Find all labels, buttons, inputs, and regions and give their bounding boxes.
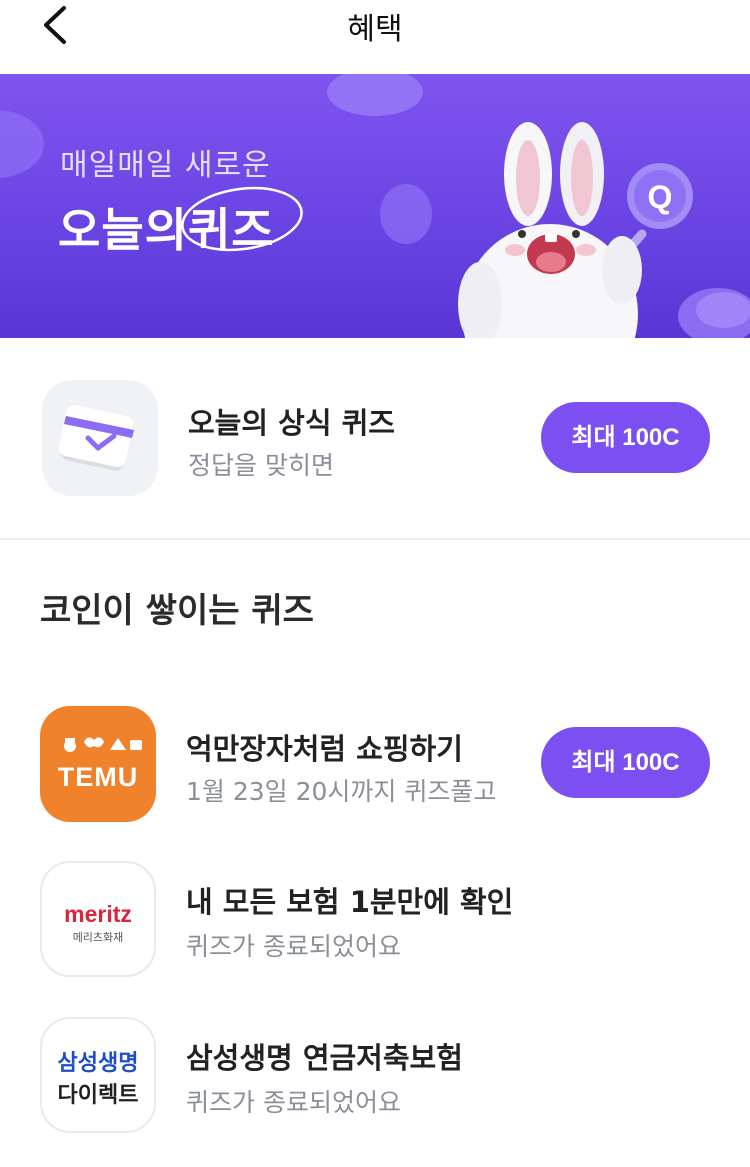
meritz-logo: meritz 메리츠화재 [40,861,156,977]
quiz-title: 억만장자처럼 쇼핑하기 [186,732,463,766]
samsung-logo-subtext: 다이렉트 [57,1083,139,1108]
page-title: 혜택 [347,12,403,47]
samsung-life-logo: 삼성생명 다이렉트 [40,1017,156,1133]
today-quiz-card[interactable]: 오늘의 상식 퀴즈 정답을 맞히면 최대 100C [0,338,750,540]
quiz-badge-letter: Q [648,179,673,215]
top-bar: 혜택 [0,0,750,74]
banner-title: 오늘의 퀴즈 [58,186,303,260]
banner-subtitle: 매일매일 새로운 [60,148,271,183]
today-quiz-reward-button[interactable]: 최대 100C [541,402,710,473]
section-title: 코인이 쌓이는 퀴즈 [40,591,314,631]
samsung-logo-text: 삼성생명 [57,1051,139,1076]
today-quiz-subtitle: 정답을 맞히면 [188,451,334,480]
meritz-logo-subtext: 메리츠화재 [72,931,124,944]
temu-mascot-icon [64,737,142,752]
meritz-logo-text: meritz [64,901,132,927]
quiz-title: 내 모든 보험 1분만에 확인 [186,885,514,919]
quiz-subtitle: 퀴즈가 종료되었어요 [186,932,401,961]
banner-title-plain: 오늘의 [58,203,188,257]
quiz-item-samsung-life[interactable]: 삼성생명 다이렉트 삼성생명 연금저축보험 퀴즈가 종료되었어요 [0,1017,750,1137]
quiz-title: 삼성생명 연금저축보험 [186,1041,463,1075]
quiz-item-temu[interactable]: TEMU 억만장자처럼 쇼핑하기 1월 23일 20시까지 퀴즈풀고 최대 10… [0,706,750,826]
quiz-item-meritz[interactable]: meritz 메리츠화재 내 모든 보험 1분만에 확인 퀴즈가 종료되었어요 [0,861,750,981]
temu-logo: TEMU [40,706,156,822]
quiz-subtitle: 퀴즈가 종료되었어요 [186,1088,401,1117]
temu-logo-text: TEMU [57,762,139,792]
today-quiz-title: 오늘의 상식 퀴즈 [188,406,395,440]
banner-title-highlight-wrap: 퀴즈 [181,186,303,260]
quiz-banner[interactable]: Q 매일매일 새로운 오늘의 퀴즈 [0,74,750,338]
quiz-reward-button[interactable]: 최대 100C [541,727,710,798]
quiz-subtitle: 1월 23일 20시까지 퀴즈풀고 [186,777,497,806]
circle-highlight-icon [181,186,303,252]
calendar-check-icon [42,380,158,496]
